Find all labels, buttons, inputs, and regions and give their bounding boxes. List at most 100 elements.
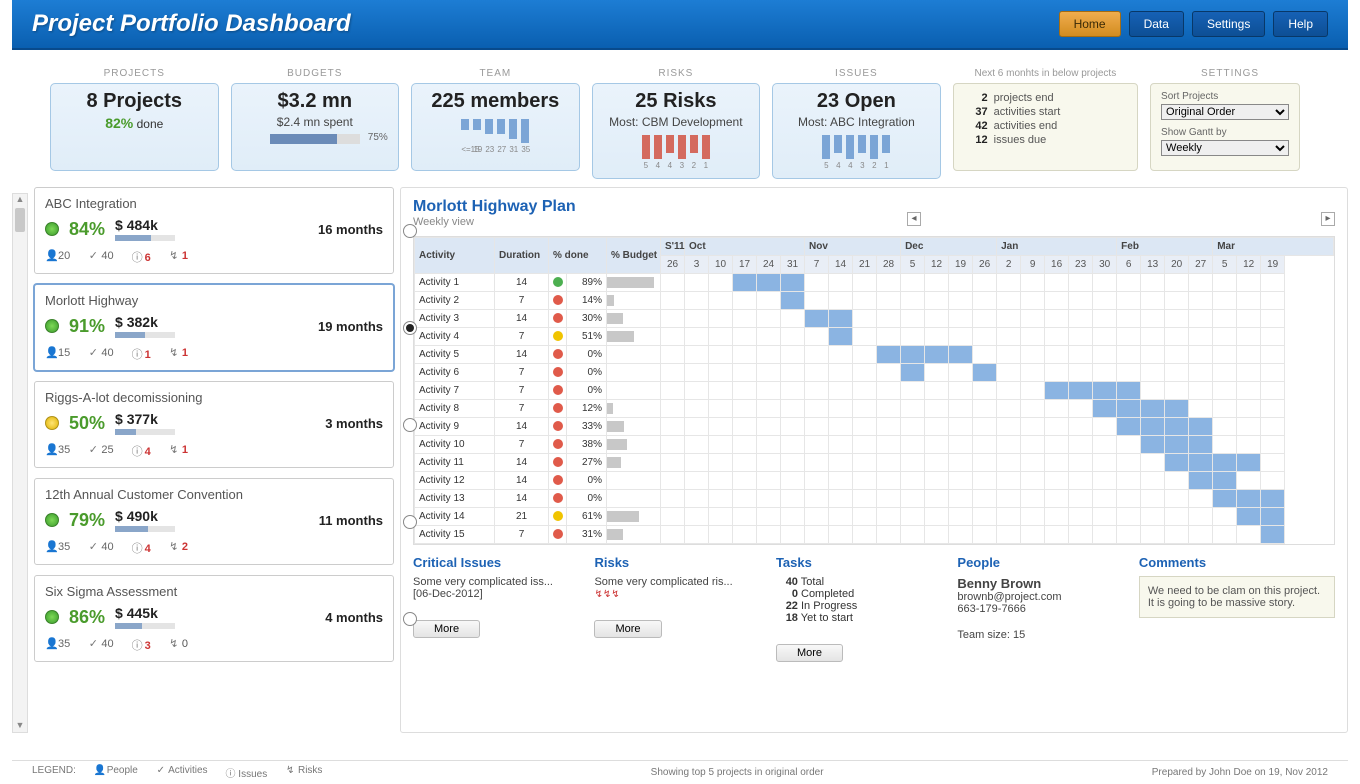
activity-duration: 7	[495, 400, 549, 418]
gantt-bar	[1261, 526, 1285, 544]
scroll-up-icon[interactable]: ▲	[13, 194, 27, 206]
activity-budget-bar	[607, 382, 661, 400]
budget-bar	[115, 623, 175, 629]
project-card[interactable]: Riggs-A-lot decomissioning 50% $ 377k 3 …	[34, 381, 394, 468]
kpi-risks-sub: Most: CBM Development	[601, 115, 752, 129]
nav-help-button[interactable]: Help	[1273, 11, 1328, 37]
kpi-projects-pct: 82%	[105, 115, 133, 131]
project-select-radio[interactable]	[403, 321, 417, 335]
gantt-bar	[1069, 382, 1093, 400]
gantt-bar	[1165, 400, 1189, 418]
activity-status-icon	[553, 277, 563, 287]
activity-duration: 14	[495, 454, 549, 472]
nav-home-button[interactable]: Home	[1059, 11, 1121, 37]
gantt-bar	[1117, 382, 1141, 400]
kpi-budgets-card[interactable]: $3.2 mn $2.4 mn spent 75%	[231, 83, 400, 171]
kpi-projects-value: 8 Projects	[59, 90, 210, 113]
activity-name: Activity 11	[415, 454, 495, 472]
gantt-bar	[733, 274, 757, 292]
kpi-team-card[interactable]: 225 members <=151923273135	[411, 83, 580, 171]
people-icon: 👤	[94, 765, 104, 776]
project-select-radio[interactable]	[403, 418, 417, 432]
kpi-risks-card[interactable]: 25 Risks Most: CBM Development 544321	[592, 83, 761, 179]
activity-name: Activity 8	[415, 400, 495, 418]
kpi-budgets-value: $3.2 mn	[240, 90, 391, 113]
issues-icon: ⓘ	[132, 540, 142, 556]
project-duration: 19 months	[318, 319, 383, 334]
kpi-projects-card[interactable]: 8 Projects 82% done	[50, 83, 219, 171]
kpi-row: PROJECTS 8 Projects 82% done BUDGETS $3.…	[0, 50, 1360, 187]
project-pct: 84%	[69, 219, 105, 240]
gantt-bar	[1045, 382, 1069, 400]
issues-icon: ⓘ	[132, 346, 142, 362]
activity-pct: 0%	[567, 382, 607, 400]
people-icon: 👤	[45, 637, 55, 650]
kpi-issues-sub: Most: ABC Integration	[781, 115, 932, 129]
gantt-bar	[1213, 490, 1237, 508]
project-budget: $ 484k	[115, 217, 175, 233]
project-select-radio[interactable]	[403, 515, 417, 529]
activity-duration: 7	[495, 292, 549, 310]
project-detail-panel: Morlott Highway Plan Weekly view ◂ ▸ Act…	[400, 187, 1348, 733]
activity-status-icon	[553, 493, 563, 503]
project-card[interactable]: ABC Integration 84% $ 484k 16 months 👤 2…	[34, 187, 394, 274]
kpi-budgets-bar: 75%	[270, 134, 360, 144]
gantt-bar	[757, 274, 781, 292]
activities-icon: ✓	[88, 249, 98, 262]
gantt-bar	[1141, 436, 1165, 454]
risks-histogram	[601, 135, 752, 159]
project-select-radio[interactable]	[403, 224, 417, 238]
gantt-bar	[949, 346, 973, 364]
activity-pct: 0%	[567, 364, 607, 382]
activities-icon: ✓	[156, 765, 166, 776]
gantt-bar	[1261, 490, 1285, 508]
activity-name: Activity 2	[415, 292, 495, 310]
project-budget: $ 377k	[115, 411, 175, 427]
tasks-panel: Tasks 40 Total 0 Completed 22 In Progres…	[776, 555, 939, 662]
activity-status-icon	[553, 367, 563, 377]
activity-duration: 14	[495, 418, 549, 436]
kpi-issues-card[interactable]: 23 Open Most: ABC Integration 544321	[772, 83, 941, 179]
project-card[interactable]: Morlott Highway 91% $ 382k 19 months 👤 1…	[34, 284, 394, 371]
gantt-by-select[interactable]: Weekly	[1161, 140, 1289, 156]
project-duration: 11 months	[319, 513, 383, 528]
project-pct: 79%	[69, 510, 105, 531]
gantt-bar	[925, 346, 949, 364]
project-card[interactable]: 12th Annual Customer Convention 79% $ 49…	[34, 478, 394, 565]
risks-icon: ↯	[169, 443, 179, 456]
gantt-bar	[781, 292, 805, 310]
project-list-scrollbar[interactable]: ▲ ▼	[12, 193, 28, 733]
issues-icon: ⓘ	[132, 637, 142, 653]
kpi-team-label: TEAM	[411, 68, 580, 79]
critical-more-button[interactable]: More	[413, 620, 480, 638]
status-dot-icon	[45, 416, 59, 430]
comments-text[interactable]: We need to be clam on this project. It i…	[1139, 576, 1335, 618]
activity-duration: 7	[495, 382, 549, 400]
activity-pct: 89%	[567, 274, 607, 292]
project-card[interactable]: Six Sigma Assessment 86% $ 445k 4 months…	[34, 575, 394, 662]
activity-pct: 61%	[567, 508, 607, 526]
issues-icon: ⓘ	[132, 249, 142, 265]
project-select-radio[interactable]	[403, 612, 417, 626]
gantt-prev-button[interactable]: ◂	[907, 212, 921, 226]
activity-name: Activity 4	[415, 328, 495, 346]
gantt-by-label: Show Gantt by	[1161, 127, 1227, 138]
sort-projects-select[interactable]: Original Order	[1161, 104, 1289, 120]
activity-budget-bar	[607, 526, 661, 544]
scroll-down-icon[interactable]: ▼	[13, 720, 27, 732]
tasks-more-button[interactable]: More	[776, 644, 843, 662]
activity-name: Activity 3	[415, 310, 495, 328]
comments-panel: Comments We need to be clam on this proj…	[1139, 555, 1335, 662]
activity-duration: 7	[495, 328, 549, 346]
nav-data-button[interactable]: Data	[1129, 11, 1184, 37]
gantt-next-button[interactable]: ▸	[1321, 212, 1335, 226]
risks-icon: ↯	[285, 765, 295, 776]
activity-pct: 14%	[567, 292, 607, 310]
activity-duration: 14	[495, 310, 549, 328]
issues-icon: ⓘ	[226, 765, 236, 780]
gantt-bar	[829, 328, 853, 346]
issues-icon: ⓘ	[132, 443, 142, 459]
risks-more-button[interactable]: More	[594, 620, 661, 638]
scroll-thumb[interactable]	[15, 208, 25, 232]
nav-settings-button[interactable]: Settings	[1192, 11, 1265, 37]
